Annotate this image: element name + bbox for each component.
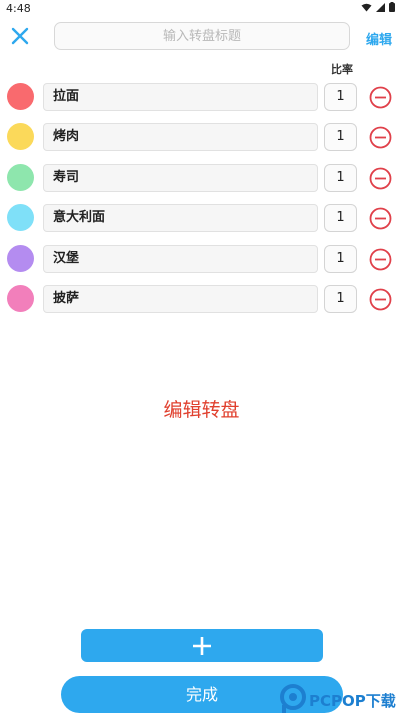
minus-circle-icon [369,126,392,153]
minus-circle-icon [369,167,392,194]
minus-circle-icon [369,86,392,113]
minus-circle-icon [369,288,392,315]
option-row: 寿司 1 [0,163,403,193]
status-icons [361,2,395,12]
remove-option-button[interactable] [369,86,392,109]
minus-circle-icon [369,207,392,234]
color-swatch[interactable] [7,204,34,231]
option-name-input[interactable]: 拉面 [43,83,318,111]
remove-option-button[interactable] [369,288,392,311]
close-button[interactable] [9,25,31,47]
option-name-input[interactable]: 寿司 [43,164,318,192]
close-icon [9,27,31,51]
battery-icon [389,2,395,12]
remove-option-button[interactable] [369,248,392,271]
option-row: 烤肉 1 [0,122,403,152]
signal-icon [376,2,385,12]
option-ratio-input[interactable]: 1 [324,123,357,151]
option-name-input[interactable]: 披萨 [43,285,318,313]
option-row: 汉堡 1 [0,244,403,274]
color-swatch[interactable] [7,164,34,191]
watermark: PCPOP下载 [279,683,403,717]
option-ratio-input[interactable]: 1 [324,204,357,232]
wheel-title-input[interactable] [54,22,350,50]
wifi-icon [361,3,372,12]
watermark-text: PCPOP下载 [309,692,396,710]
option-ratio-input[interactable]: 1 [324,285,357,313]
color-swatch[interactable] [7,123,34,150]
remove-option-button[interactable] [369,207,392,230]
option-ratio-input[interactable]: 1 [324,245,357,273]
minus-circle-icon [369,248,392,275]
edit-wheel-label: 编辑转盘 [163,399,240,421]
remove-option-button[interactable] [369,126,392,149]
option-row: 披萨 1 [0,284,403,314]
color-swatch[interactable] [7,245,34,272]
remove-option-button[interactable] [369,167,392,190]
option-row: 拉面 1 [0,82,403,112]
toolbar: 编辑 [0,20,403,54]
option-name-input[interactable]: 烤肉 [43,123,318,151]
add-option-button[interactable] [81,629,323,662]
option-ratio-input[interactable]: 1 [324,83,357,111]
color-swatch[interactable] [7,83,34,110]
option-name-input[interactable]: 汉堡 [43,245,318,273]
ratio-column-header: 比率 [331,63,353,76]
edit-button[interactable]: 编辑 [366,29,392,48]
status-time: 4:48 [6,2,31,15]
option-name-input[interactable]: 意大利面 [43,204,318,232]
color-swatch[interactable] [7,285,34,312]
status-bar: 4:48 [0,0,403,16]
option-row: 意大利面 1 [0,203,403,233]
option-ratio-input[interactable]: 1 [324,164,357,192]
